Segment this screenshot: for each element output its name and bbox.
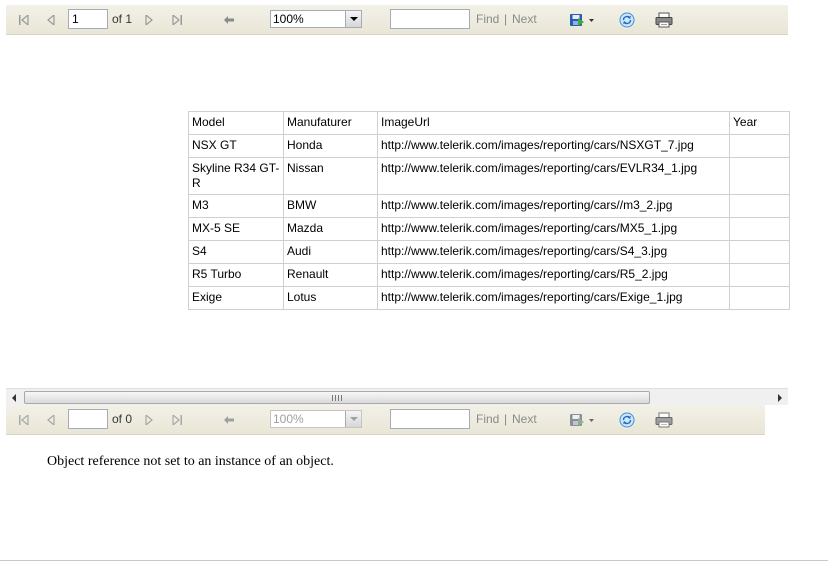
table-row: S4 Audi http://www.telerik.com/images/re… xyxy=(188,240,790,264)
export-button[interactable] xyxy=(568,5,598,35)
report-table: Model Manufaturer ImageUrl Year NSX GT H… xyxy=(188,111,790,310)
page-number-input[interactable] xyxy=(68,409,108,429)
printer-icon[interactable] xyxy=(654,405,674,435)
cell-model: S4 xyxy=(188,240,284,264)
search-input[interactable] xyxy=(390,409,470,429)
column-header-manufacturer: Manufaturer xyxy=(283,111,378,135)
table-row: R5 Turbo Renault http://www.telerik.com/… xyxy=(188,263,790,287)
zoom-select[interactable]: 100% xyxy=(270,10,362,28)
cell-manufacturer: Mazda xyxy=(283,217,378,241)
cell-model: NSX GT xyxy=(188,134,284,158)
cell-year xyxy=(729,157,790,195)
zoom-value: 100% xyxy=(273,412,304,426)
page-number-input[interactable] xyxy=(68,9,108,29)
report-toolbar-bottom: of 0 100% Find | Next xyxy=(6,405,765,435)
cell-year xyxy=(729,286,790,310)
cell-model: Exige xyxy=(188,286,284,310)
error-message: Object reference not set to an instance … xyxy=(47,454,334,469)
first-page-icon[interactable] xyxy=(16,405,32,435)
cell-imageurl: http://www.telerik.com/images/reporting/… xyxy=(377,134,730,158)
cell-imageurl: http://www.telerik.com/images/reporting/… xyxy=(377,157,730,195)
scroll-right-icon[interactable] xyxy=(771,389,788,406)
zoom-value: 100% xyxy=(273,12,304,26)
back-icon[interactable] xyxy=(221,405,237,435)
cell-imageurl: http://www.telerik.com/images/reporting/… xyxy=(377,263,730,287)
cell-year xyxy=(729,263,790,287)
chevron-down-icon[interactable] xyxy=(345,11,361,27)
first-page-icon[interactable] xyxy=(16,5,32,35)
find-link[interactable]: Find xyxy=(476,12,499,26)
chevron-down-icon[interactable] xyxy=(345,411,361,427)
table-header-row: Model Manufaturer ImageUrl Year xyxy=(188,111,790,135)
next-link[interactable]: Next xyxy=(512,12,537,26)
column-header-model: Model xyxy=(188,111,284,135)
cell-manufacturer: Audi xyxy=(283,240,378,264)
cell-year xyxy=(729,217,790,241)
cell-manufacturer: BMW xyxy=(283,194,378,218)
scrollbar-thumb[interactable] xyxy=(24,391,650,404)
column-header-year: Year xyxy=(729,111,790,135)
grip-icon xyxy=(332,394,342,401)
cell-year xyxy=(729,134,790,158)
cell-manufacturer: Renault xyxy=(283,263,378,287)
zoom-select[interactable]: 100% xyxy=(270,410,362,428)
table-row: Skyline R34 GT-R Nissan http://www.teler… xyxy=(188,157,790,195)
page-count-label: of 1 xyxy=(112,12,133,26)
bottom-divider xyxy=(0,560,828,561)
horizontal-scrollbar[interactable] xyxy=(6,388,788,405)
chevron-down-icon xyxy=(589,419,594,422)
cell-model: Skyline R34 GT-R xyxy=(188,157,284,195)
table-row: M3 BMW http://www.telerik.com/images/rep… xyxy=(188,194,790,218)
report-toolbar-top: of 1 100% Find | Next xyxy=(6,5,788,35)
cell-imageurl: http://www.telerik.com/images/reporting/… xyxy=(377,286,730,310)
table-row: Exige Lotus http://www.telerik.com/image… xyxy=(188,286,790,310)
last-page-icon[interactable] xyxy=(169,405,185,435)
cell-manufacturer: Honda xyxy=(283,134,378,158)
last-page-icon[interactable] xyxy=(169,5,185,35)
toolbar-separator: | xyxy=(504,412,508,426)
refresh-icon[interactable] xyxy=(618,5,636,35)
cell-imageurl: http://www.telerik.com/images/reporting/… xyxy=(377,240,730,264)
export-disk-icon xyxy=(570,414,584,426)
cell-year xyxy=(729,194,790,218)
table-row: MX-5 SE Mazda http://www.telerik.com/ima… xyxy=(188,217,790,241)
export-disk-icon xyxy=(570,14,584,26)
next-link[interactable]: Next xyxy=(512,412,537,426)
cell-imageurl: http://www.telerik.com/images/reporting/… xyxy=(377,217,730,241)
cell-model: MX-5 SE xyxy=(188,217,284,241)
column-header-imageurl: ImageUrl xyxy=(377,111,730,135)
printer-icon[interactable] xyxy=(654,5,674,35)
chevron-down-icon xyxy=(589,19,594,22)
find-link[interactable]: Find xyxy=(476,412,499,426)
scroll-left-icon[interactable] xyxy=(6,389,23,406)
previous-page-icon[interactable] xyxy=(44,405,58,435)
table-row: NSX GT Honda http://www.telerik.com/imag… xyxy=(188,134,790,158)
next-page-icon[interactable] xyxy=(142,405,156,435)
toolbar-separator: | xyxy=(504,12,508,26)
refresh-icon[interactable] xyxy=(618,405,636,435)
next-page-icon[interactable] xyxy=(142,5,156,35)
export-button[interactable] xyxy=(568,405,598,435)
back-icon[interactable] xyxy=(221,5,237,35)
page-count-label: of 0 xyxy=(112,412,133,426)
previous-page-icon[interactable] xyxy=(44,5,58,35)
cell-model: M3 xyxy=(188,194,284,218)
cell-model: R5 Turbo xyxy=(188,263,284,287)
cell-manufacturer: Nissan xyxy=(283,157,378,195)
cell-imageurl: http://www.telerik.com/images/reporting/… xyxy=(377,194,730,218)
search-input[interactable] xyxy=(390,9,470,29)
cell-manufacturer: Lotus xyxy=(283,286,378,310)
cell-year xyxy=(729,240,790,264)
